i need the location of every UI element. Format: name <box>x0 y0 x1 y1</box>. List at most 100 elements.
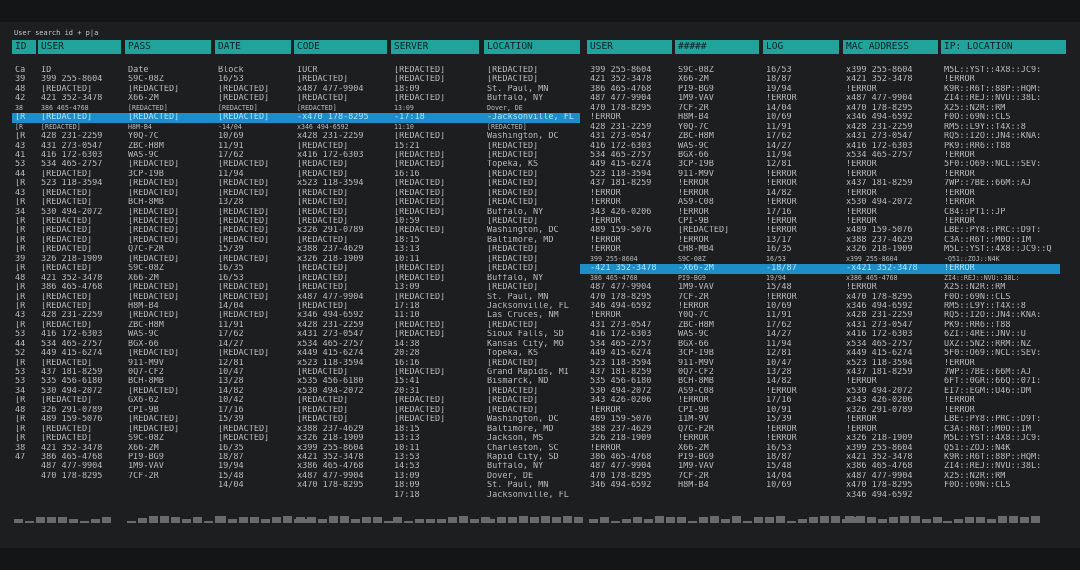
table-cell[interactable]: 530 494-2072 <box>590 387 672 396</box>
table-cell[interactable]: x346 494-6592 <box>297 311 387 320</box>
table-cell[interactable]: St. Paul, MN <box>487 85 580 94</box>
table-cell[interactable]: 14/04 <box>218 481 291 490</box>
table-cell[interactable]: BCH-8MB <box>128 377 211 386</box>
table-cell[interactable]: 487 477-9904 <box>590 94 672 103</box>
table-cell[interactable]: C3A::R6T::M0O::IM <box>944 236 1066 245</box>
table-cell[interactable]: [REDACTED] <box>297 274 387 283</box>
table-cell[interactable]: 1M9-VAV <box>678 462 759 471</box>
table-cell[interactable]: Bismarck, ND <box>487 377 580 386</box>
table-cell[interactable]: !ERROR <box>590 406 672 415</box>
highlighted-cell[interactable]: -x421 352-3478 <box>846 264 938 273</box>
table-cell[interactable]: K9R::R6T::88P::HQM: <box>944 85 1066 94</box>
table-cell[interactable]: 44 <box>15 340 36 349</box>
table-cell[interactable]: 534 465-2757 <box>41 340 121 349</box>
table-cell[interactable]: 43 <box>15 189 36 198</box>
table-cell[interactable]: [R <box>15 226 36 235</box>
table-cell[interactable]: 14/82 <box>766 189 839 198</box>
table-cell[interactable]: [REDACTED] <box>128 160 211 169</box>
table-cell[interactable]: [REDACTED] <box>297 142 387 151</box>
table-cell[interactable]: 1M9-VAV <box>678 283 759 292</box>
table-cell[interactable]: X25::N2R::RM <box>944 472 1066 481</box>
table-cell[interactable]: 416 172-6303 <box>41 151 121 160</box>
table-cell[interactable]: [R <box>15 198 36 207</box>
table-cell[interactable]: 7WP::7BE::66M::AJ <box>944 179 1066 188</box>
table-cell[interactable]: [R <box>15 302 36 311</box>
table-cell[interactable]: 34 <box>15 208 36 217</box>
table-cell[interactable]: 13:09 <box>394 283 479 292</box>
table-cell[interactable]: [R <box>15 132 36 141</box>
table-cell[interactable]: 39 <box>15 75 36 84</box>
table-cell[interactable]: S9C-08Z <box>128 75 211 84</box>
table-cell[interactable]: 53 <box>15 160 36 169</box>
table-cell[interactable]: 13:13 <box>394 245 479 254</box>
table-cell[interactable]: [REDACTED] <box>297 415 387 424</box>
table-cell[interactable]: [REDACTED] <box>128 349 211 358</box>
table-cell[interactable]: RQ5::I2O::JN4::KNA: <box>944 311 1066 320</box>
table-cell[interactable]: 5F0::O69::NCL::SEV: <box>944 349 1066 358</box>
table-cell[interactable]: !ERROR <box>944 189 1066 198</box>
table-cell[interactable]: !ERROR <box>846 415 938 424</box>
table-cell[interactable]: 10/69 <box>766 481 839 490</box>
table-cell[interactable]: 470 178-8295 <box>590 472 672 481</box>
table-cell[interactable]: 6FT::0GR::66Q::07I: <box>944 377 1066 386</box>
table-cell[interactable]: 431 273-0547 <box>590 321 672 330</box>
table-cell[interactable]: [REDACTED] <box>128 179 211 188</box>
table-cell[interactable]: 47 <box>15 453 36 462</box>
table-cell[interactable]: 12/81 <box>766 349 839 358</box>
table-cell[interactable]: [REDACTED] <box>394 406 479 415</box>
table-cell[interactable]: !ERROR <box>846 283 938 292</box>
table-cell[interactable]: X66-2M <box>128 274 211 283</box>
table-cell[interactable]: 535 456-6180 <box>590 377 672 386</box>
table-cell[interactable]: 53 <box>15 368 36 377</box>
table-cell[interactable]: 10/47 <box>766 359 839 368</box>
table-cell[interactable]: [REDACTED] <box>128 255 211 264</box>
table-cell[interactable]: 11:10 <box>394 123 479 132</box>
table-cell[interactable]: ZBC-H8M <box>128 321 211 330</box>
table-cell[interactable]: [REDACTED] <box>128 226 211 235</box>
table-cell[interactable]: [REDACTED] <box>487 321 580 330</box>
table-cell[interactable]: 16:16 <box>394 170 479 179</box>
table-cell[interactable]: !ERROR <box>944 406 1066 415</box>
table-cell[interactable]: [REDACTED] <box>41 85 121 94</box>
highlighted-cell[interactable]: -17:18 <box>394 113 479 122</box>
highlighted-cell[interactable]: [REDACTED] <box>41 113 121 122</box>
table-cell[interactable]: [REDACTED] <box>394 396 479 405</box>
table-cell[interactable]: 18/87 <box>218 453 291 462</box>
table-cell[interactable]: [REDACTED] <box>41 236 121 245</box>
table-cell[interactable]: [REDACTED] <box>128 311 211 320</box>
table-cell[interactable]: 10/69 <box>218 132 291 141</box>
table-cell[interactable]: 11/91 <box>766 311 839 320</box>
table-cell[interactable]: 7WP::7BE::66M::AJ <box>944 368 1066 377</box>
table-cell[interactable]: 11/94 <box>766 151 839 160</box>
table-cell[interactable]: !ERROR <box>590 113 672 122</box>
table-cell[interactable]: 489 159-5076 <box>590 415 672 424</box>
table-cell[interactable]: 326 291-0789 <box>41 406 121 415</box>
table-cell[interactable]: 449 415-6274 <box>41 349 121 358</box>
table-cell[interactable]: 10:11 <box>394 444 479 453</box>
table-cell[interactable]: !ERROR <box>846 189 938 198</box>
table-cell[interactable]: Dover, DE <box>487 104 580 113</box>
table-cell[interactable]: [REDACTED] <box>394 94 479 103</box>
column-header[interactable]: ID <box>12 40 36 54</box>
table-cell[interactable]: 449 415-6274 <box>590 349 672 358</box>
table-cell[interactable]: H8M-B4 <box>678 113 759 122</box>
table-cell[interactable]: 20:31 <box>394 387 479 396</box>
table-cell[interactable]: Q51::ZOJ::N4K <box>944 444 1066 453</box>
table-cell[interactable]: x386 465-4768 <box>297 462 387 471</box>
table-cell[interactable]: 326 218-1909 <box>41 255 121 264</box>
table-cell[interactable]: 53 <box>15 330 36 339</box>
table-cell[interactable]: 13/28 <box>218 377 291 386</box>
table-cell[interactable]: 14/04 <box>218 302 291 311</box>
table-cell[interactable]: [REDACTED] <box>218 208 291 217</box>
table-cell[interactable]: 17/62 <box>766 132 839 141</box>
table-cell[interactable]: [REDACTED] <box>41 226 121 235</box>
table-cell[interactable]: x386 465-4768 <box>846 274 938 283</box>
table-cell[interactable]: 11/94 <box>218 170 291 179</box>
column-header[interactable]: LOCATION <box>484 40 580 54</box>
table-cell[interactable]: 14/04 <box>766 472 839 481</box>
table-cell[interactable]: 16/53 <box>218 274 291 283</box>
table-cell[interactable]: 487 477-9904 <box>41 462 121 471</box>
table-cell[interactable]: [REDACTED] <box>41 264 121 273</box>
table-cell[interactable]: [REDACTED] <box>41 359 121 368</box>
table-cell[interactable]: [R <box>15 179 36 188</box>
